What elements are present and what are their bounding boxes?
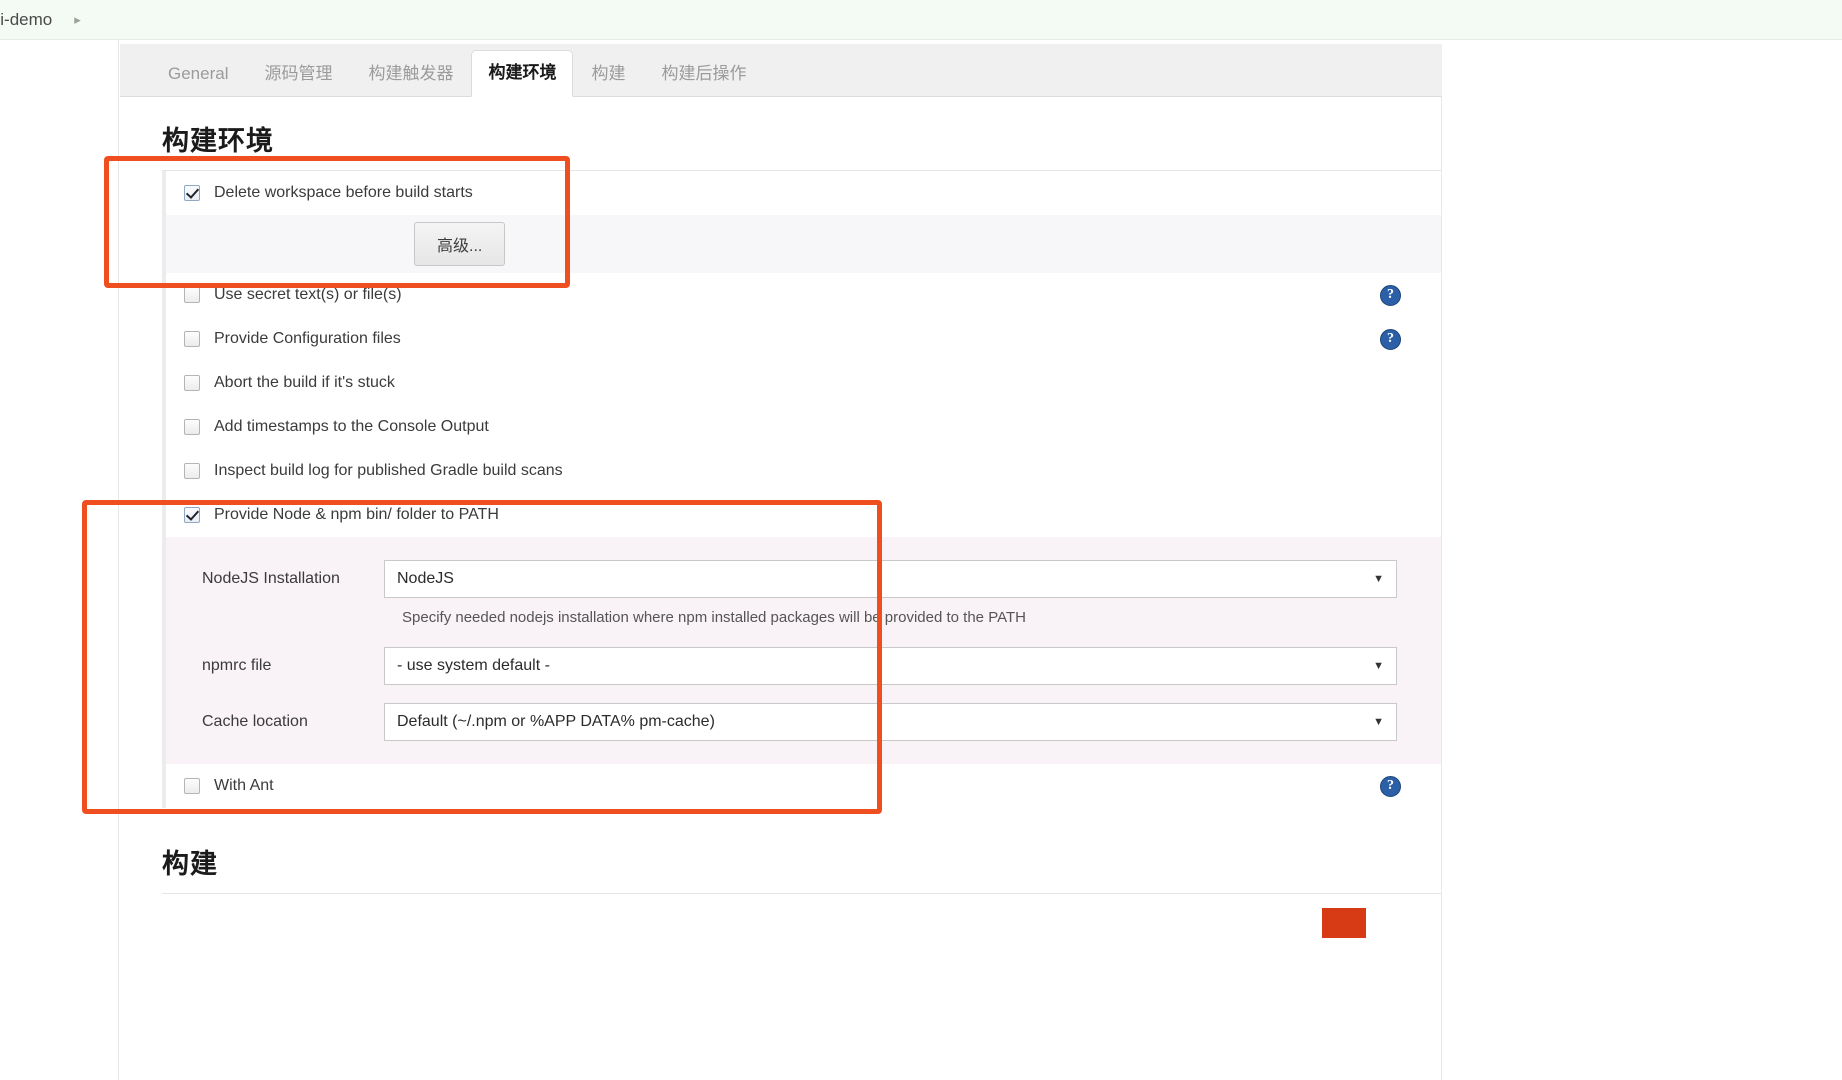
left-rail bbox=[0, 40, 119, 1080]
right-gutter bbox=[1443, 44, 1842, 1080]
row-nodejs-installation: NodeJS Installation NodeJS ▼ bbox=[162, 551, 1441, 607]
checkbox-use-secret-text[interactable] bbox=[184, 287, 200, 303]
build-env-options-block: Delete workspace before build starts 高级.… bbox=[162, 171, 1441, 808]
label-delete-workspace: Delete workspace before build starts bbox=[214, 184, 473, 201]
select-npmrc-file-value: - use system default - bbox=[397, 657, 550, 674]
checkbox-add-timestamps[interactable] bbox=[184, 419, 200, 435]
chevron-down-icon-npmrc-file: ▼ bbox=[1373, 660, 1384, 672]
select-nodejs-installation[interactable]: NodeJS ▼ bbox=[384, 560, 1397, 598]
nodejs-form-top-spacer bbox=[162, 537, 1441, 551]
row-npmrc-file: npmrc file - use system default - ▼ bbox=[162, 638, 1441, 694]
label-abort-build-if-stuck: Abort the build if it's stuck bbox=[214, 374, 395, 391]
checkbox-with-ant[interactable] bbox=[184, 778, 200, 794]
chevron-down-icon-cache-location: ▼ bbox=[1373, 716, 1384, 728]
row-provide-config-files[interactable]: Provide Configuration files ? bbox=[162, 317, 1441, 361]
tab-build-env[interactable]: 构建环境 bbox=[471, 50, 574, 97]
build-section-title: 构建 bbox=[162, 849, 218, 879]
build-section-divider bbox=[162, 893, 1441, 894]
checkbox-provide-node-npm[interactable] bbox=[184, 507, 200, 523]
checkbox-abort-build-if-stuck[interactable] bbox=[184, 375, 200, 391]
tab-build[interactable]: 构建 bbox=[573, 53, 643, 96]
label-use-secret-text: Use secret text(s) or file(s) bbox=[214, 286, 402, 303]
label-cache-location: Cache location bbox=[202, 713, 308, 730]
label-provide-node-npm: Provide Node & npm bin/ folder to PATH bbox=[214, 506, 499, 523]
breadcrumb-item-cli-demo[interactable]: cli-demo bbox=[0, 10, 52, 30]
row-add-timestamps[interactable]: Add timestamps to the Console Output bbox=[162, 405, 1441, 449]
checkbox-delete-workspace[interactable] bbox=[184, 185, 200, 201]
label-nodejs-installation: NodeJS Installation bbox=[202, 570, 340, 587]
row-abort-build-if-stuck[interactable]: Abort the build if it's stuck bbox=[162, 361, 1441, 405]
checkbox-inspect-build-log[interactable] bbox=[184, 463, 200, 479]
row-provide-node-npm[interactable]: Provide Node & npm bin/ folder to PATH bbox=[162, 493, 1441, 537]
select-cache-location-value: Default (~/.npm or %APP DATA% pm-cache) bbox=[397, 713, 715, 730]
tab-general[interactable]: General bbox=[150, 53, 246, 96]
select-nodejs-installation-value: NodeJS bbox=[397, 570, 454, 587]
breadcrumb-chevron-icon[interactable]: ▸ bbox=[74, 12, 81, 28]
row-advanced: 高级... bbox=[162, 215, 1441, 273]
select-npmrc-file[interactable]: - use system default - ▼ bbox=[384, 647, 1397, 685]
select-cache-location[interactable]: Default (~/.npm or %APP DATA% pm-cache) … bbox=[384, 703, 1397, 741]
label-with-ant: With Ant bbox=[214, 777, 274, 794]
label-inspect-build-log: Inspect build log for published Gradle b… bbox=[214, 462, 563, 479]
annotation-rect-bottom-right bbox=[1322, 908, 1366, 938]
tab-build-triggers[interactable]: 构建触发器 bbox=[350, 53, 471, 96]
row-cache-location: Cache location Default (~/.npm or %APP D… bbox=[162, 694, 1441, 750]
page-title: 构建环境 bbox=[162, 126, 274, 156]
row-with-ant[interactable]: With Ant ? bbox=[162, 764, 1441, 808]
hint-nodejs-installation: Specify needed nodejs installation where… bbox=[402, 609, 1026, 626]
label-provide-config-files: Provide Configuration files bbox=[214, 330, 401, 347]
row-nodejs-installation-hint: Specify needed nodejs installation where… bbox=[162, 607, 1441, 638]
checkbox-provide-config-files[interactable] bbox=[184, 331, 200, 347]
config-tab-bar: General 源码管理 构建触发器 构建环境 构建 构建后操作 bbox=[120, 44, 1442, 97]
help-icon-with-ant[interactable]: ? bbox=[1380, 775, 1401, 797]
help-icon-provide-config-files[interactable]: ? bbox=[1380, 328, 1401, 350]
row-delete-workspace[interactable]: Delete workspace before build starts bbox=[162, 171, 1441, 215]
row-use-secret-text[interactable]: Use secret text(s) or file(s) ? bbox=[162, 273, 1441, 317]
nodejs-form-bottom-spacer bbox=[162, 750, 1441, 764]
build-environment-panel: 构建环境 Delete workspace before build start… bbox=[120, 97, 1442, 1080]
label-npmrc-file: npmrc file bbox=[202, 657, 272, 674]
help-icon-use-secret-text[interactable]: ? bbox=[1380, 284, 1401, 306]
label-add-timestamps: Add timestamps to the Console Output bbox=[214, 418, 489, 435]
advanced-button[interactable]: 高级... bbox=[414, 222, 506, 266]
breadcrumb-bar: cli-demo ▸ bbox=[0, 0, 1842, 40]
chevron-down-icon-nodejs-installation: ▼ bbox=[1373, 573, 1384, 585]
tab-post-build[interactable]: 构建后操作 bbox=[643, 53, 764, 96]
row-inspect-build-log[interactable]: Inspect build log for published Gradle b… bbox=[162, 449, 1441, 493]
tab-scm[interactable]: 源码管理 bbox=[246, 53, 350, 96]
